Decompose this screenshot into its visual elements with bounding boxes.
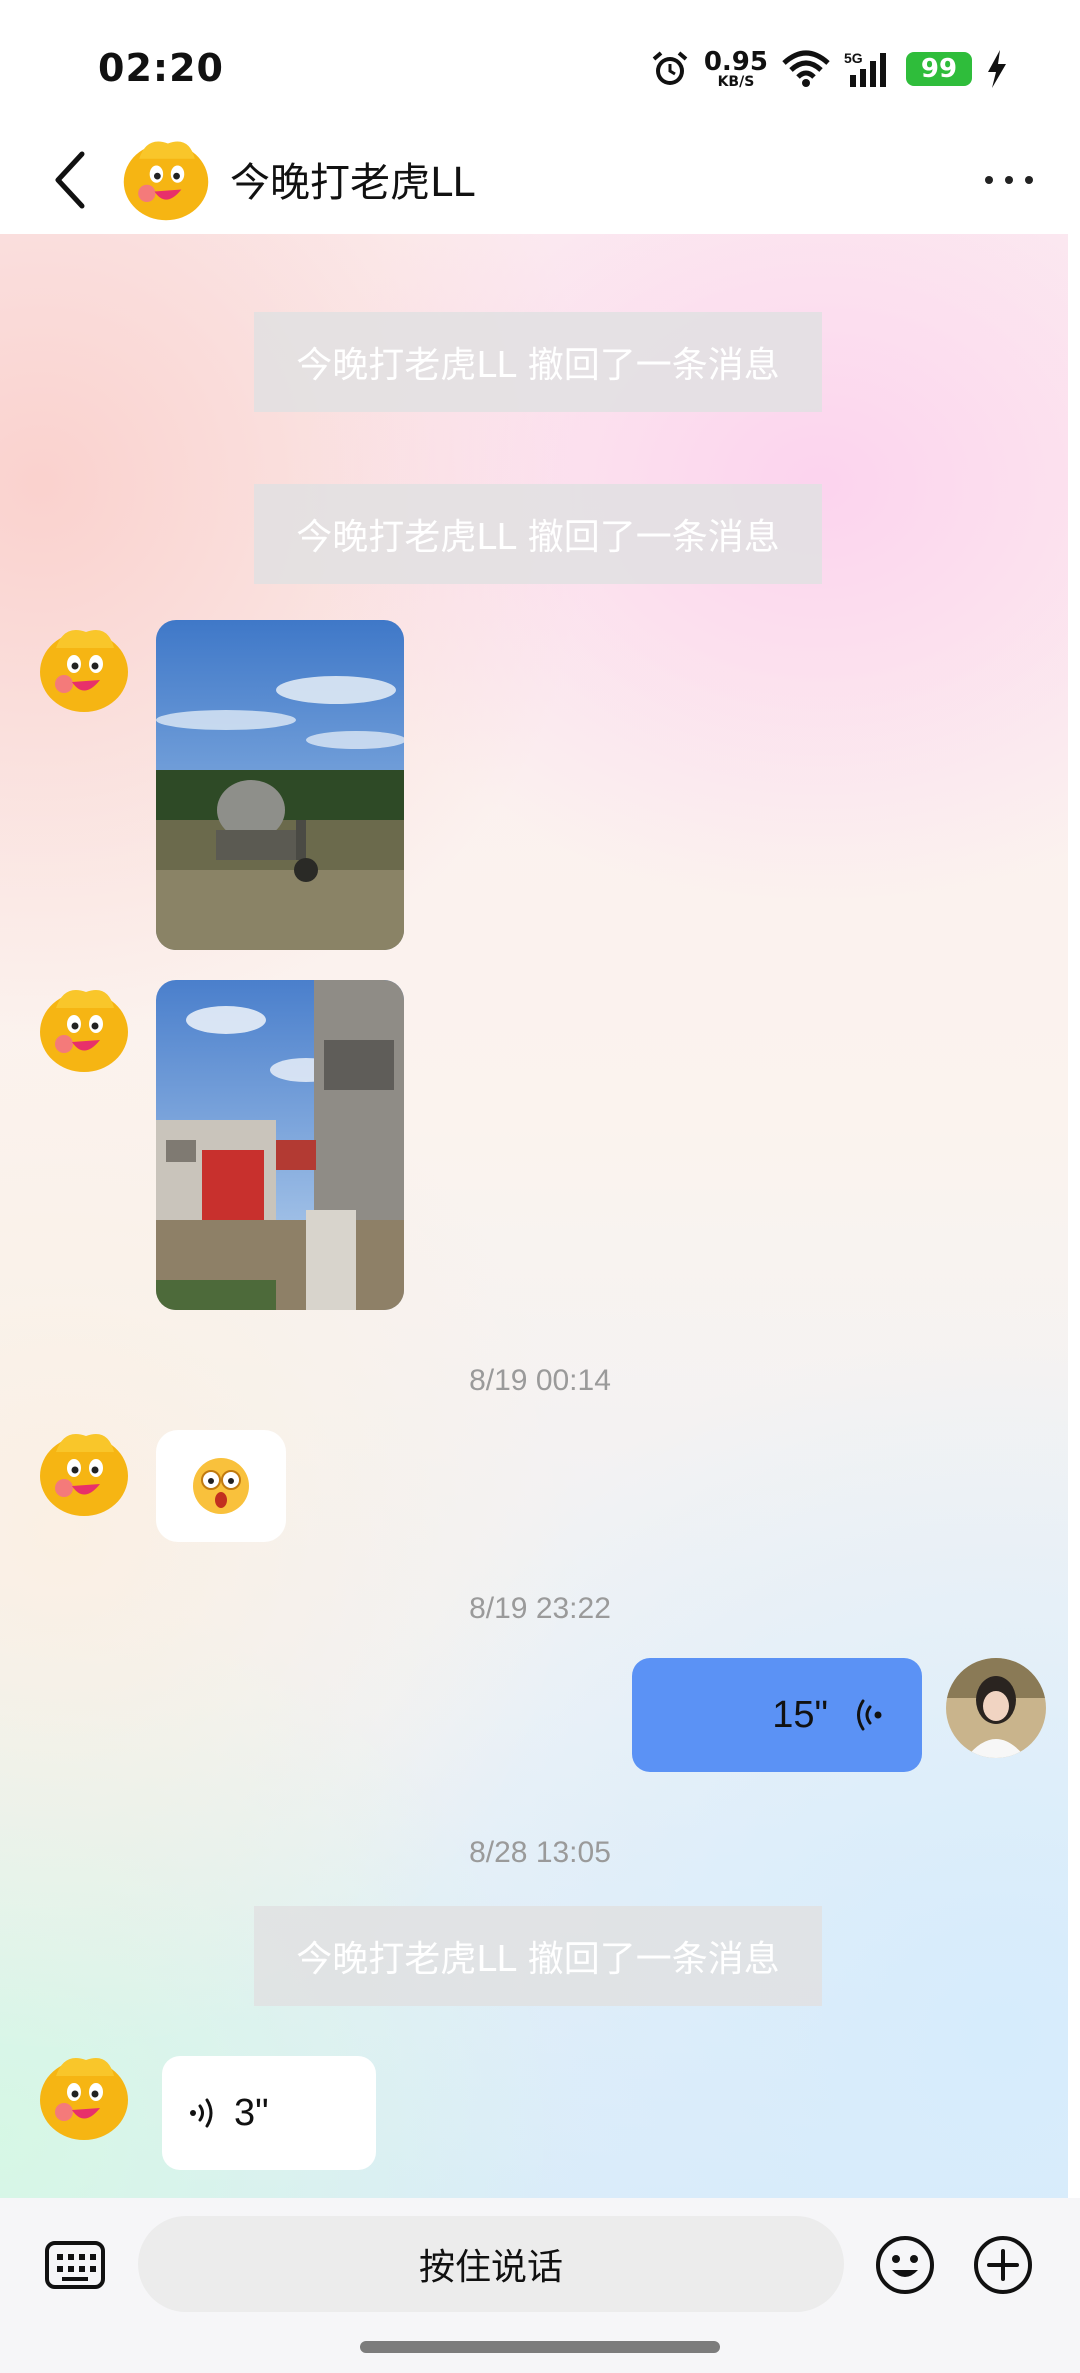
contact-avatar[interactable] xyxy=(34,618,134,718)
image-message[interactable] xyxy=(156,620,404,950)
chevron-left-icon[interactable] xyxy=(50,148,94,212)
photo-village-street xyxy=(156,980,404,1310)
input-bar: 按住说话 xyxy=(0,2198,1080,2373)
chat-header: 今晚打老虎LL xyxy=(0,130,1080,234)
status-time: 02:20 xyxy=(98,46,224,90)
user-avatar[interactable] xyxy=(946,1658,1046,1758)
photo-construction-site xyxy=(156,620,404,950)
voice-duration: 3" xyxy=(234,2091,269,2134)
plus-icon[interactable] xyxy=(972,2234,1034,2296)
voice-wave-icon xyxy=(190,2098,213,2128)
contact-avatar[interactable] xyxy=(34,1422,134,1522)
user-photo xyxy=(946,1658,1046,1758)
recall-notice: 今晚打老虎LL 撤回了一条消息 xyxy=(254,1906,822,2006)
charging-icon xyxy=(988,50,1006,88)
hold-to-talk-button[interactable]: 按住说话 xyxy=(138,2216,844,2312)
chat-title: 今晚打老虎LL xyxy=(230,160,475,206)
chat-edge xyxy=(1068,234,1080,2198)
alarm-icon xyxy=(652,51,688,85)
status-bar: 02:20 0.95 KB/S 5G 99 xyxy=(0,0,1080,130)
more-icon[interactable] xyxy=(982,170,1036,190)
voice-wave-icon xyxy=(857,1699,882,1731)
emoji-message[interactable] xyxy=(156,1430,286,1542)
smile-icon[interactable] xyxy=(874,2234,936,2296)
contact-avatar[interactable] xyxy=(34,978,134,1078)
recall-notice: 今晚打老虎LL 撤回了一条消息 xyxy=(254,312,822,412)
signal-5g-icon: 5G xyxy=(844,50,886,87)
wifi-icon xyxy=(782,50,830,87)
voice-message-outgoing[interactable]: 15" xyxy=(632,1658,922,1772)
recall-notice: 今晚打老虎LL 撤回了一条消息 xyxy=(254,484,822,584)
message-timestamp: 8/19 00:14 xyxy=(469,1364,611,1397)
status-icons: 0.95 KB/S 5G 99 xyxy=(650,44,1008,94)
keyboard-icon[interactable] xyxy=(44,2240,106,2290)
surprised-face-icon xyxy=(193,1458,249,1514)
contact-avatar[interactable] xyxy=(118,130,214,226)
home-indicator xyxy=(360,2341,720,2353)
battery-indicator: 99 xyxy=(906,52,972,86)
network-speed: 0.95 KB/S xyxy=(703,47,768,90)
voice-duration: 15" xyxy=(772,1693,828,1736)
contact-avatar[interactable] xyxy=(34,2046,134,2146)
signal-network-label: 5G xyxy=(844,50,863,66)
image-message[interactable] xyxy=(156,980,404,1310)
chat-area[interactable]: 今晚打老虎LL 撤回了一条消息 今晚打老虎LL 撤回了一条消息 8/19 00:… xyxy=(0,234,1080,2198)
message-timestamp: 8/28 13:05 xyxy=(469,1836,611,1869)
message-timestamp: 8/19 23:22 xyxy=(469,1592,611,1625)
voice-message-incoming[interactable]: 3" xyxy=(162,2056,376,2170)
